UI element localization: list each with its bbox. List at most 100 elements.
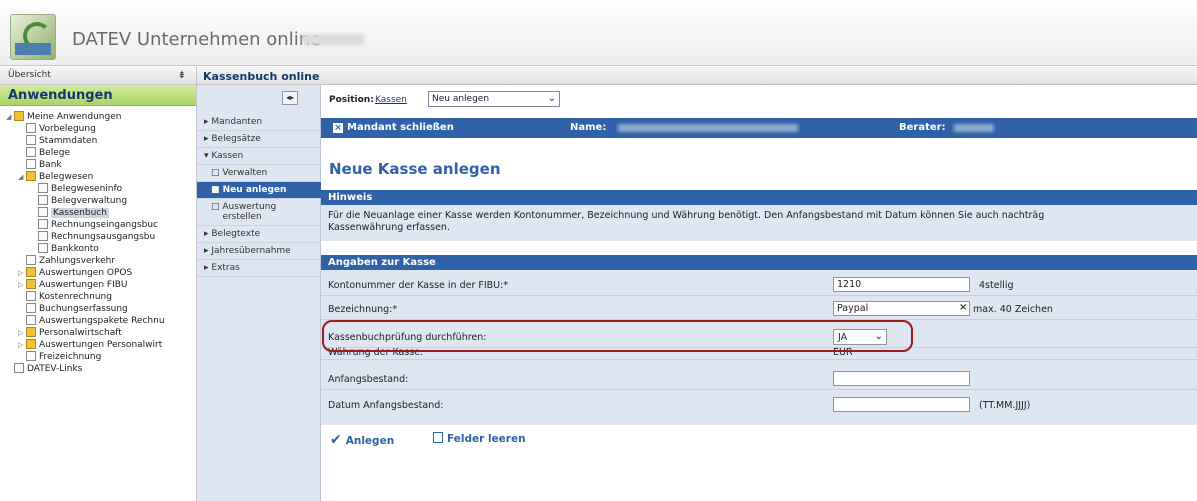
tree-item-label: Auswertungen OPOS bbox=[39, 268, 133, 278]
overview-bar[interactable]: Übersicht ⇟ bbox=[0, 67, 196, 85]
expander-icon[interactable]: ▷ bbox=[18, 327, 26, 339]
form-row-bezeichnung: Bezeichnung:* Paypal × max. 40 Zeichen bbox=[321, 298, 1197, 320]
clear-fields-button[interactable]: Felder leeren bbox=[433, 432, 526, 445]
bezeichnung-label: Bezeichnung:* bbox=[328, 304, 398, 315]
tree-item[interactable]: Zahlungsverkehr bbox=[0, 255, 196, 267]
tree-item[interactable]: ▷ Auswertungen FIBU bbox=[0, 279, 196, 291]
tree-item[interactable]: Belegweseninfo bbox=[0, 183, 196, 195]
kb-nav-item[interactable]: ▸ Mandanten bbox=[197, 114, 321, 131]
tree-item[interactable]: Belege bbox=[0, 147, 196, 159]
tree-item[interactable]: Rechnungsausgangsbu bbox=[0, 231, 196, 243]
kb-nav-item[interactable]: ▾ Kassen bbox=[197, 148, 321, 165]
tree-item-label: Belegweseninfo bbox=[51, 184, 123, 194]
form-row-anfang: Anfangsbestand: bbox=[321, 368, 1197, 390]
tree-item[interactable]: ▷ Auswertungen OPOS bbox=[0, 267, 196, 279]
clear-input-icon[interactable]: × bbox=[959, 302, 967, 313]
anfangsbestand-input[interactable] bbox=[833, 371, 970, 386]
kb-nav-item[interactable]: □ Verwalten bbox=[197, 165, 321, 182]
tree-item[interactable]: Bank bbox=[0, 159, 196, 171]
mandant-close-label: Mandant schließen bbox=[347, 122, 454, 133]
document-icon bbox=[38, 243, 48, 253]
tree-item[interactable]: ◢ Belegwesen bbox=[0, 171, 196, 183]
bezeichnung-input[interactable]: Paypal bbox=[833, 301, 970, 316]
kb-nav-label: ▸ Mandanten bbox=[204, 117, 263, 127]
tree-item-label: Bank bbox=[39, 160, 62, 170]
kb-nav-label: ▸ Belegtexte bbox=[204, 229, 261, 239]
kb-nav-item[interactable]: ▸ Belegsätze bbox=[197, 131, 321, 148]
pin-icon[interactable]: ⇟ bbox=[178, 70, 186, 81]
create-label: Anlegen bbox=[345, 435, 395, 447]
tree-item[interactable]: Stammdaten bbox=[0, 135, 196, 147]
form-row-datum: Datum Anfangsbestand: (TT.MM.JJJJ) bbox=[321, 394, 1197, 416]
bezeichnung-hint: max. 40 Zeichen bbox=[973, 304, 1053, 315]
folder-icon bbox=[26, 171, 36, 181]
tree-item-label: Belegverwaltung bbox=[51, 196, 128, 206]
tree-item-label: DATEV-Links bbox=[27, 364, 83, 374]
kb-nav-item[interactable]: ▸ Extras bbox=[197, 260, 321, 277]
tree-item-label: Auswertungen FIBU bbox=[39, 280, 128, 290]
tree-item[interactable]: Vorbelegung bbox=[0, 123, 196, 135]
kb-nav-item[interactable]: ■ Neu anlegen bbox=[197, 182, 321, 199]
expanded-icon[interactable]: ◢ bbox=[6, 111, 14, 123]
document-icon bbox=[26, 147, 36, 157]
kb-nav-item[interactable]: □ Auswertung erstellen bbox=[197, 199, 321, 226]
breadcrumb-kassen-link[interactable]: Kassen bbox=[375, 95, 407, 105]
mandant-close-button[interactable]: × Mandant schließen bbox=[333, 122, 454, 133]
tree-item[interactable]: ▷ Personalwirtschaft bbox=[0, 327, 196, 339]
tree-item-label: Belegwesen bbox=[39, 172, 94, 182]
tree-item[interactable]: Rechnungseingangsbuc bbox=[0, 219, 196, 231]
document-icon bbox=[38, 183, 48, 193]
expander-icon[interactable]: ▷ bbox=[18, 279, 26, 291]
datum-input[interactable] bbox=[833, 397, 970, 412]
tree-item-label: Auswertungspakete Rechnu bbox=[39, 316, 165, 326]
tree-item[interactable]: Auswertungspakete Rechnu bbox=[0, 315, 196, 327]
tree-item[interactable]: Belegverwaltung bbox=[0, 195, 196, 207]
close-icon: × bbox=[333, 123, 343, 133]
document-icon bbox=[38, 219, 48, 229]
tree-item[interactable]: Bankkonto bbox=[0, 243, 196, 255]
kb-nav-item[interactable]: ▸ Belegtexte bbox=[197, 226, 321, 243]
kb-nav-item[interactable]: ▸ Jahresübernahme bbox=[197, 243, 321, 260]
tree-item-label: Rechnungsausgangsbu bbox=[51, 232, 156, 242]
clear-label: Felder leeren bbox=[447, 433, 526, 445]
tree-item-label: Rechnungseingangsbuc bbox=[51, 220, 158, 230]
kassenbuch-nav: ▸ Mandanten ▸ Belegsätze ▾ Kassen □ Verwalt… bbox=[197, 114, 321, 277]
document-icon bbox=[26, 351, 36, 361]
app-title: DATEV Unternehmen online bbox=[72, 29, 322, 50]
datum-hint: (TT.MM.JJJJ) bbox=[979, 400, 1031, 411]
left-panel: Übersicht ⇟ Anwendungen ◢ Meine Anwendung… bbox=[0, 67, 197, 501]
overview-label: Übersicht bbox=[8, 70, 51, 80]
form-row-konto: Kontonummer der Kasse in der FIBU:* 1210… bbox=[321, 274, 1197, 296]
create-button[interactable]: ✔ Anlegen bbox=[330, 432, 394, 448]
folder-icon bbox=[26, 279, 36, 289]
collapse-nav-button[interactable]: ◂▸ bbox=[282, 91, 298, 105]
expander-icon[interactable]: ▷ bbox=[18, 267, 26, 279]
app-tree: ◢ Meine Anwendungen Vorbelegung Stammdaten B… bbox=[0, 106, 196, 375]
document-icon bbox=[26, 303, 36, 313]
tree-item[interactable]: Freizeichnung bbox=[0, 351, 196, 363]
konto-input[interactable]: 1210 bbox=[833, 277, 970, 292]
tree-item-label: Buchungserfassung bbox=[39, 304, 128, 314]
tree-item[interactable]: Buchungserfassung bbox=[0, 303, 196, 315]
position-select[interactable]: Neu anlegen ⌄ bbox=[428, 91, 560, 107]
tree-item[interactable]: DATEV-Links bbox=[0, 363, 196, 375]
tree-item[interactable]: Kassenbuch bbox=[0, 207, 196, 219]
expander-icon[interactable]: ▷ bbox=[18, 339, 26, 351]
document-icon bbox=[26, 255, 36, 265]
highlight-annotation bbox=[322, 320, 913, 352]
document-icon bbox=[38, 195, 48, 205]
hinweis-body: Für die Neuanlage einer Kasse werden Kon… bbox=[321, 205, 1197, 241]
hinweis-text: Für die Neuanlage einer Kasse werden Kon… bbox=[328, 210, 1045, 221]
document-icon bbox=[14, 363, 24, 373]
expanded-icon[interactable]: ◢ bbox=[18, 171, 26, 183]
chevron-down-icon: ⌄ bbox=[547, 93, 556, 104]
datum-label: Datum Anfangsbestand: bbox=[328, 400, 444, 411]
mandant-name-blurred bbox=[618, 124, 798, 132]
tree-item-label: Bankkonto bbox=[51, 244, 99, 254]
tree-item-label: Kassenbuch bbox=[51, 208, 109, 218]
tree-item[interactable]: Kostenrechnung bbox=[0, 291, 196, 303]
tree-item[interactable]: ◢ Meine Anwendungen bbox=[0, 111, 196, 123]
kb-nav-label: ▸ Jahresübernahme bbox=[204, 246, 291, 256]
tree-item[interactable]: ▷ Auswertungen Personalwirt bbox=[0, 339, 196, 351]
document-icon bbox=[26, 291, 36, 301]
